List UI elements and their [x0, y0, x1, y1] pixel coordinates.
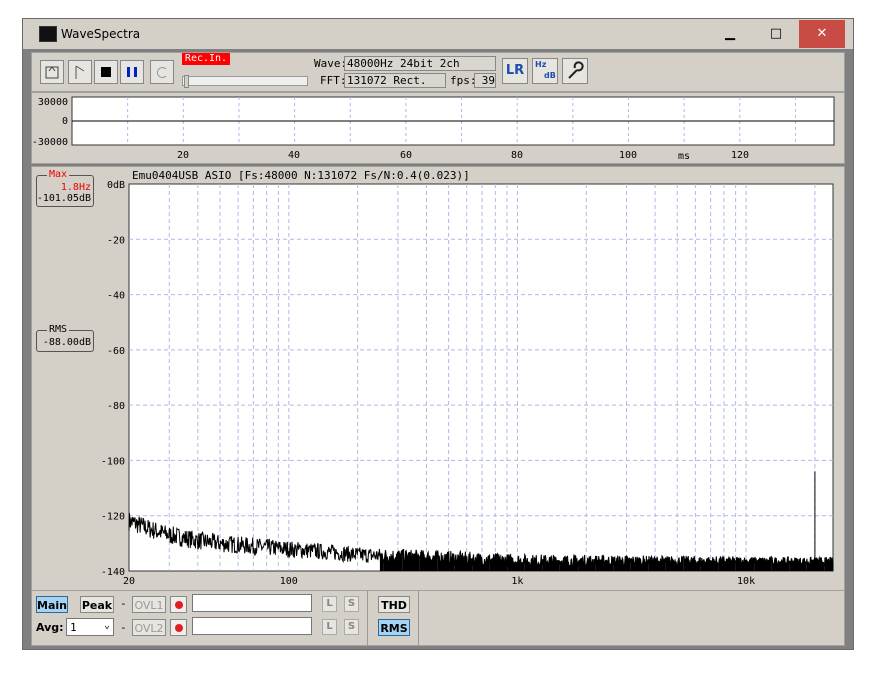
spec-x-tick: 20: [123, 576, 135, 587]
settings-button[interactable]: [562, 58, 588, 84]
waveform-panel: 30000 0 -30000 20 40 60 80 100 ms 120: [31, 92, 845, 164]
title-bar: WaveSpectra ▁ □ ✕: [23, 19, 853, 49]
avg-label: Avg:: [36, 621, 64, 634]
ovl2-record-icon[interactable]: [170, 619, 187, 636]
spec-y-tick: -80: [107, 401, 125, 412]
spec-y-tick: -60: [107, 346, 125, 357]
spec-y-tick: -120: [101, 512, 125, 523]
fps-value: 39: [474, 73, 496, 88]
wave-x-tick: 60: [400, 150, 412, 161]
hz-label: Hz: [535, 60, 547, 69]
spec-y-tick: -40: [107, 291, 125, 302]
app-icon: [39, 26, 57, 42]
lr-button[interactable]: LR: [502, 58, 528, 84]
input-level-slider[interactable]: [182, 75, 308, 88]
slider-thumb[interactable]: [184, 75, 189, 88]
wave-format-field: 48000Hz 24bit 2ch: [344, 56, 496, 71]
open-file-button[interactable]: [40, 60, 64, 84]
hz-db-button[interactable]: Hz dB: [532, 58, 558, 84]
ovl1-save-button[interactable]: S: [344, 596, 359, 612]
chevron-down-icon: ⌄: [103, 620, 110, 631]
ovl2-file-field[interactable]: [192, 617, 312, 635]
circle-icon: [157, 67, 167, 78]
peak-button[interactable]: Peak: [80, 596, 114, 613]
ovl2-load-button[interactable]: L: [322, 619, 337, 635]
ovl2-save-button[interactable]: S: [344, 619, 359, 635]
wave-unit: ms: [678, 151, 690, 162]
wave-y-tick: -30000: [32, 137, 68, 148]
wave-y-tick: 30000: [38, 97, 68, 108]
divider: [367, 591, 368, 645]
wave-x-tick: 40: [288, 150, 300, 161]
play-button[interactable]: [68, 60, 92, 84]
app-window: WaveSpectra ▁ □ ✕ Rec.In. Wave: 48000Hz …: [22, 18, 854, 650]
spec-y-tick: 0dB: [107, 180, 125, 191]
fps-label: fps:: [450, 74, 477, 87]
avg-select[interactable]: 1 ⌄: [66, 618, 114, 636]
main-button[interactable]: Main: [36, 596, 68, 613]
ovl1-record-icon[interactable]: [170, 596, 187, 613]
spec-x-tick: 1k: [511, 576, 523, 587]
stop-icon: [101, 67, 111, 77]
wave-y-tick: 0: [62, 116, 68, 127]
pause-button[interactable]: [120, 60, 144, 84]
wave-x-tick: 20: [177, 150, 189, 161]
window-title: WaveSpectra: [61, 27, 141, 41]
fft-label: FFT:: [320, 74, 347, 87]
separator: -: [120, 621, 127, 634]
db-label: dB: [544, 71, 556, 80]
close-button[interactable]: ✕: [799, 20, 845, 48]
waveform-chart: 30000 0 -30000 20 40 60 80 100 ms 120: [32, 96, 835, 162]
wave-x-tick: 80: [511, 150, 523, 161]
spec-x-tick: 10k: [737, 576, 755, 587]
wave-x-tick: 120: [731, 150, 749, 161]
record-button[interactable]: [150, 60, 174, 84]
toolbar: Rec.In. Wave: 48000Hz 24bit 2ch FFT: 131…: [31, 52, 845, 92]
divider: [418, 591, 419, 645]
rec-in-indicator: Rec.In.: [182, 53, 230, 65]
spec-y-tick: -20: [107, 235, 125, 246]
spectrum-chart: 0dB -20 -40 -60 -80 -100 -120 -14020 100 1k 10k: [101, 180, 834, 587]
fft-field: 131072 Rect.: [344, 73, 446, 88]
ovl2-button[interactable]: OVL2: [132, 619, 166, 636]
maximize-button[interactable]: □: [753, 20, 799, 48]
wave-label: Wave:: [314, 57, 348, 70]
spectrum-panel: Emu0404USB ASIO [Fs:48000 N:131072 Fs/N:…: [31, 166, 845, 591]
open-file-icon: [45, 66, 59, 79]
separator: -: [120, 597, 127, 610]
ovl1-load-button[interactable]: L: [322, 596, 337, 612]
flag-icon: [75, 65, 85, 79]
rms-button[interactable]: RMS: [378, 619, 410, 636]
wave-x-tick: 100: [619, 150, 637, 161]
spec-y-tick: -100: [101, 456, 125, 467]
ovl1-button[interactable]: OVL1: [132, 596, 166, 613]
thd-button[interactable]: THD: [378, 596, 410, 613]
pause-icon: [127, 67, 137, 77]
stop-button[interactable]: [94, 60, 118, 84]
bottom-controls: Main Peak - OVL1 L S Avg: 1 ⌄ - OVL2 L S…: [31, 590, 845, 646]
avg-value: 1: [70, 621, 77, 634]
minimize-button[interactable]: ▁: [707, 20, 753, 48]
spec-y-tick: -140: [101, 567, 125, 578]
spec-x-tick: 100: [280, 576, 298, 587]
wrench-icon: [568, 61, 584, 79]
ovl1-file-field[interactable]: [192, 594, 312, 612]
